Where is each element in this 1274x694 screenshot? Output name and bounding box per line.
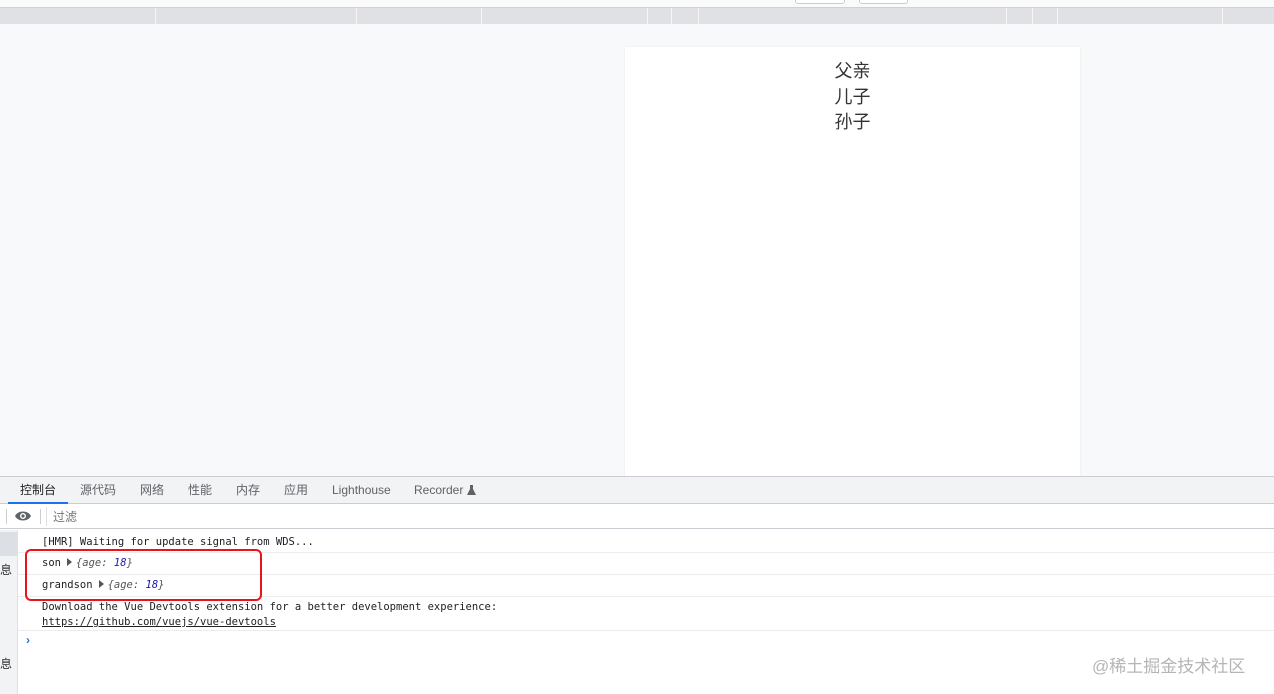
tab-performance[interactable]: 性能: [188, 477, 212, 504]
sidebar-item-info[interactable]: 息: [0, 655, 12, 672]
sidebar-item-messages[interactable]: 息: [0, 561, 12, 578]
eye-icon[interactable]: [14, 510, 32, 522]
toolbar-button[interactable]: [795, 0, 845, 4]
tab-sources[interactable]: 源代码: [80, 477, 116, 504]
tab-lighthouse[interactable]: Lighthouse: [332, 477, 391, 504]
sidebar-selected-item[interactable]: [0, 532, 17, 556]
divider: [40, 509, 41, 524]
divider: [1057, 8, 1058, 24]
divider: [698, 8, 699, 24]
tab-recorder-label: Recorder: [414, 483, 464, 497]
tab-memory[interactable]: 内存: [236, 477, 260, 504]
vue-devtools-link[interactable]: https://github.com/vuejs/vue-devtools: [42, 616, 276, 628]
devtools-tabbar: 控制台 源代码 网络 性能 内存 应用 Lighthouse Recorder: [0, 476, 1274, 504]
device-toolbar: [0, 0, 1274, 8]
console-toolbar: [0, 504, 1274, 529]
media-query-bar[interactable]: [0, 8, 1274, 24]
son-text: 儿子: [834, 86, 871, 108]
divider: [1032, 8, 1033, 24]
divider: [671, 8, 672, 24]
highlight-box: [25, 549, 262, 601]
toolbar-button[interactable]: [859, 0, 908, 4]
watermark: @稀土掘金技术社区: [1092, 657, 1246, 676]
device-screen: 父亲 儿子 孙子: [625, 47, 1080, 476]
tab-recorder[interactable]: Recorder: [414, 477, 476, 504]
grandson-text: 孙子: [834, 112, 871, 133]
filter-input[interactable]: [46, 507, 1274, 526]
divider: [481, 8, 482, 24]
divider: [1006, 8, 1007, 24]
tab-console[interactable]: 控制台: [7, 477, 69, 504]
message-text: Download the Vue Devtools extension for …: [42, 601, 498, 613]
divider: [1222, 8, 1223, 24]
divider: [155, 8, 156, 24]
console-message-vue: Download the Vue Devtools extension for …: [18, 598, 1274, 631]
tab-application[interactable]: 应用: [284, 477, 308, 504]
console-prompt[interactable]: ›: [26, 633, 30, 647]
flask-icon: [466, 485, 476, 495]
divider: [647, 8, 648, 24]
divider: [356, 8, 357, 24]
tab-network[interactable]: 网络: [140, 477, 164, 504]
divider: [6, 509, 7, 524]
father-text: 父亲: [834, 61, 871, 82]
